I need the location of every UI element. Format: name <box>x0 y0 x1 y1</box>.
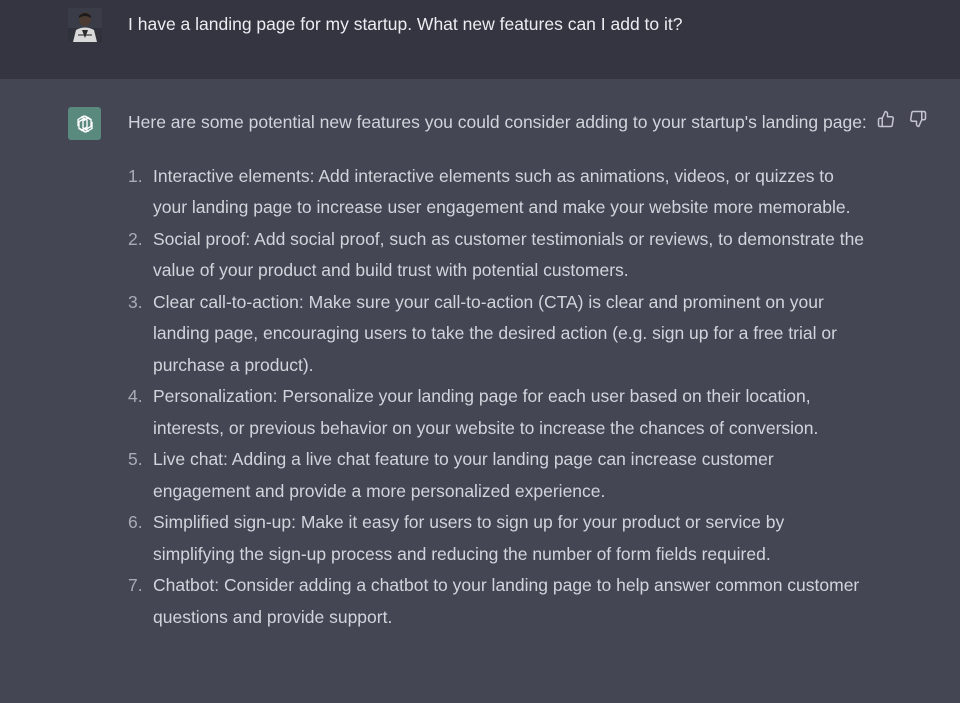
user-message-row: I have a landing page for my startup. Wh… <box>0 0 960 79</box>
list-item: 7. Chatbot: Consider adding a chatbot to … <box>128 570 868 633</box>
list-item: 3. Clear call-to-action: Make sure your c… <box>128 287 868 382</box>
list-item-text: Chatbot: Consider adding a chatbot to yo… <box>153 575 860 627</box>
list-item-number: 5. <box>128 449 143 469</box>
list-item-number: 1. <box>128 165 143 186</box>
feedback-buttons <box>876 109 928 129</box>
list-item-text: Personalization: Personalize your landin… <box>153 386 819 438</box>
list-item: 1. Interactive elements: Add interactive … <box>128 161 868 224</box>
list-item-number: 6. <box>128 512 143 532</box>
features-list: 1. Interactive elements: Add interactive … <box>128 161 868 634</box>
answer-intro: Here are some potential new features you… <box>128 112 867 132</box>
list-item: 2. Social proof: Add social proof, such a… <box>128 224 868 287</box>
list-item-text: Live chat: Adding a live chat feature to… <box>153 449 774 501</box>
list-item-text: Clear call-to-action: Make sure your cal… <box>153 291 837 375</box>
list-item-number: 7. <box>128 575 143 595</box>
list-item-text: Social proof: Add social proof, such as … <box>153 228 865 281</box>
thumbs-down-icon[interactable] <box>908 109 928 129</box>
user-avatar <box>68 8 102 42</box>
assistant-answer: Here are some potential new features you… <box>128 107 868 633</box>
list-item: 5. Live chat: Adding a live chat feature … <box>128 444 868 507</box>
user-message-text: I have a landing page for my startup. Wh… <box>128 14 683 34</box>
list-item: 6. Simplified sign-up: Make it easy for u… <box>128 507 868 570</box>
openai-logo-icon <box>68 107 101 140</box>
list-item-number: 3. <box>128 291 143 312</box>
list-item-text: Simplified sign-up: Make it easy for use… <box>153 512 785 564</box>
list-item: 4. Personalization: Personalize your land… <box>128 381 868 444</box>
thumbs-up-icon[interactable] <box>876 109 896 129</box>
list-item-text: Interactive elements: Add interactive el… <box>153 165 851 218</box>
list-item-number: 4. <box>128 386 143 406</box>
list-item-number: 2. <box>128 228 143 249</box>
assistant-message-row: Here are some potential new features you… <box>0 79 960 703</box>
